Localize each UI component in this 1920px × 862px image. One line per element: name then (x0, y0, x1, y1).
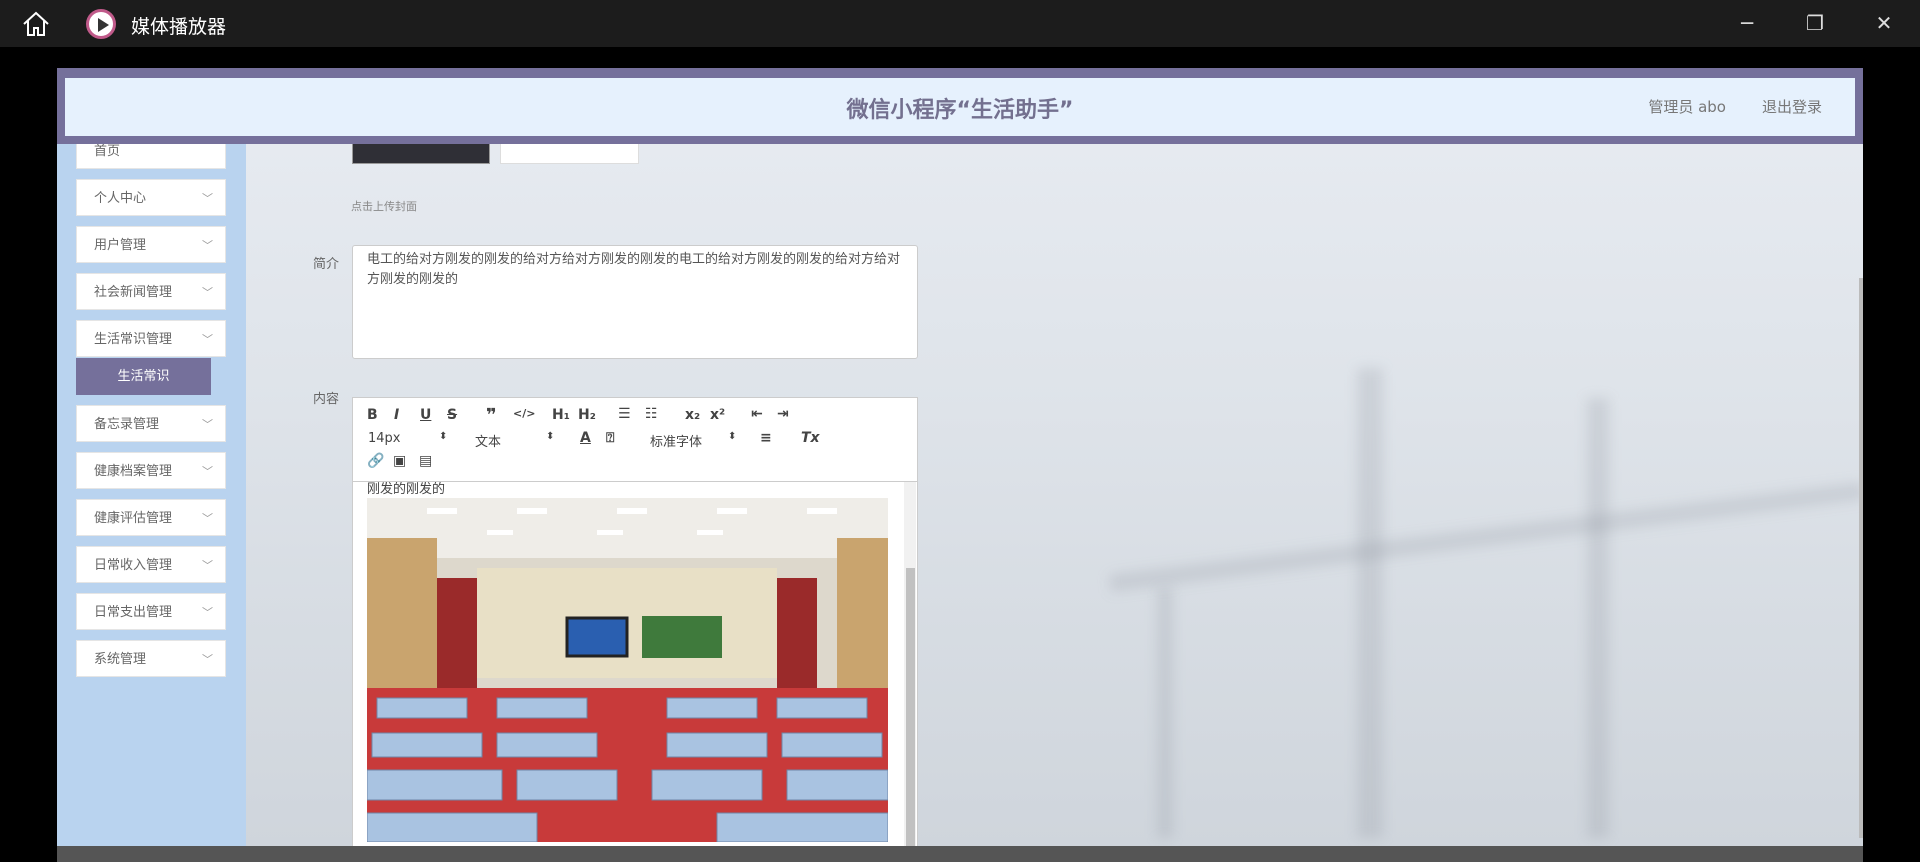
sidebar-item-system[interactable]: 系统管理 ﹀ (76, 640, 226, 677)
chevron-down-icon: ﹀ (202, 333, 213, 346)
intro-label: 简介 (313, 257, 340, 272)
image-icon[interactable]: ▣ (393, 453, 406, 469)
code-button[interactable]: </> (513, 407, 535, 420)
minimize-icon[interactable]: ─ (1729, 8, 1765, 38)
sidebar-item-health-eval[interactable]: 健康评估管理 ﹀ (76, 499, 226, 536)
video-icon[interactable]: ▤ (419, 453, 432, 469)
chevron-down-icon: ﹀ (202, 418, 213, 431)
restore-icon[interactable]: ❐ (1797, 8, 1833, 38)
sidebar-item-users[interactable]: 用户管理 ﹀ (76, 226, 226, 263)
link-icon[interactable]: 🔗 (367, 453, 384, 469)
superscript-button[interactable]: x² (710, 407, 725, 423)
indent-button[interactable]: ⇥ (777, 406, 789, 422)
chevron-down-icon: ﹀ (202, 606, 213, 619)
home-icon[interactable] (20, 10, 52, 38)
blockquote-button[interactable]: ❞ (486, 405, 497, 426)
select-arrow-icon: ⬍ (439, 431, 448, 442)
admin-user: 管理员 abo (1648, 98, 1726, 116)
outdent-button[interactable]: ⇤ (751, 406, 763, 422)
subscript-button[interactable]: x₂ (685, 407, 700, 423)
content-text: 刚发的刚发的 (367, 482, 446, 497)
rich-text-editor: B I U S ❞ </> H₁ H₂ ☰ ☷ x₂ x² ⇤ ⇥ 14px ⬍… (352, 397, 918, 846)
page-header: 微信小程序“生活助手” 管理员 abo 退出登录 (57, 68, 1863, 144)
editor-content[interactable]: 刚发的刚发的 (353, 482, 917, 846)
window-titlebar: 媒体播放器 ─ ❐ ✕ (0, 0, 1920, 47)
select-arrow-icon: ⬍ (728, 431, 737, 442)
bullet-list-button[interactable]: ☷ (645, 406, 658, 422)
sidebar-item-expense[interactable]: 日常支出管理 ﹀ (76, 593, 226, 630)
h2-button[interactable]: H₂ (578, 407, 596, 423)
page-scrollbar[interactable] (1859, 278, 1863, 838)
sidebar-subitem-lifetips[interactable]: 生活常识 (76, 358, 211, 395)
align-button[interactable]: ≡ (760, 430, 772, 446)
sidebar-item-news[interactable]: 社会新闻管理 ﹀ (76, 273, 226, 310)
clear-format-button[interactable]: Tx (801, 430, 820, 446)
chevron-down-icon: ﹀ (202, 559, 213, 572)
font-family-select[interactable]: 标准字体 (650, 431, 702, 450)
font-size-select[interactable]: 14px (368, 431, 401, 446)
editor-scrollbar[interactable] (904, 482, 916, 846)
paragraph-select[interactable]: 文本 (475, 431, 501, 450)
sidebar-item-lifetips[interactable]: 生活常识管理 ﹀ (76, 320, 226, 357)
classroom-image (367, 498, 888, 842)
media-control-bar (57, 846, 1863, 862)
chevron-down-icon: ﹀ (202, 192, 213, 205)
page-title: 微信小程序“生活助手” (846, 98, 1074, 123)
sidebar: 首页 个人中心 ﹀ 用户管理 ﹀ 社会新闻管理 ﹀ 生活常识管理 ﹀ 生活常识 备忘录管… (57, 68, 246, 846)
chevron-down-icon: ﹀ (202, 286, 213, 299)
chevron-down-icon: ﹀ (202, 239, 213, 252)
ordered-list-button[interactable]: ☰ (618, 406, 631, 422)
strike-button[interactable]: S (447, 407, 457, 423)
sidebar-item-income[interactable]: 日常收入管理 ﹀ (76, 546, 226, 583)
background-color-button[interactable]: ⍰ (606, 430, 614, 446)
intro-textarea[interactable]: 电工的给对方刚发的刚发的给对方给对方刚发的刚发的电工的给对方刚发的刚发的给对方给… (352, 245, 918, 359)
sidebar-item-health-records[interactable]: 健康档案管理 ﹀ (76, 452, 226, 489)
close-icon[interactable]: ✕ (1866, 8, 1902, 38)
upload-hint: 点击上传封面 (351, 200, 417, 213)
sidebar-item-profile[interactable]: 个人中心 ﹀ (76, 179, 226, 216)
font-color-button[interactable]: A (580, 430, 591, 446)
chevron-down-icon: ﹀ (202, 512, 213, 525)
chevron-down-icon: ﹀ (202, 653, 213, 666)
media-player-icon (86, 9, 116, 39)
select-arrow-icon: ⬍ (546, 431, 555, 442)
content-label: 内容 (313, 392, 340, 407)
bold-button[interactable]: B (367, 407, 378, 423)
chevron-down-icon: ﹀ (202, 465, 213, 478)
web-viewport: 首页 个人中心 ﹀ 用户管理 ﹀ 社会新闻管理 ﹀ 生活常识管理 ﹀ 生活常识 备忘录管… (57, 68, 1863, 846)
italic-button[interactable]: I (394, 407, 399, 423)
editor-toolbar: B I U S ❞ </> H₁ H₂ ☰ ☷ x₂ x² ⇤ ⇥ 14px ⬍… (353, 398, 917, 482)
app-title: 媒体播放器 (131, 16, 227, 38)
sidebar-item-memo[interactable]: 备忘录管理 ﹀ (76, 405, 226, 442)
underline-button[interactable]: U (420, 407, 431, 423)
h1-button[interactable]: H₁ (552, 407, 570, 423)
logout-link[interactable]: 退出登录 (1762, 96, 1822, 117)
